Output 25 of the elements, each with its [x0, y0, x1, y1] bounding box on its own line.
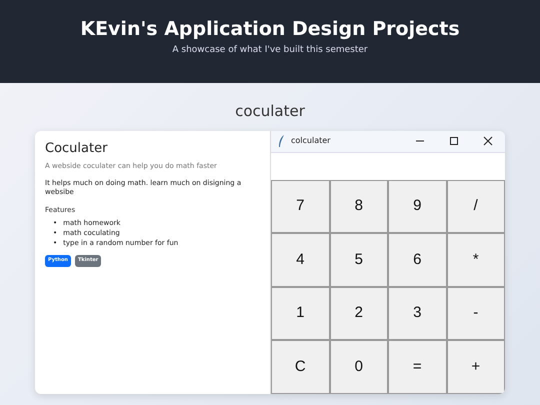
key-button[interactable]: 4: [271, 233, 330, 286]
key-button[interactable]: 0: [330, 340, 388, 394]
close-icon: [483, 136, 493, 146]
key-button[interactable]: C: [271, 340, 330, 394]
key-button[interactable]: 3: [388, 286, 446, 340]
key-button[interactable]: -: [446, 286, 505, 340]
section-title: coculater: [235, 101, 305, 122]
key-button[interactable]: 2: [330, 286, 388, 340]
display-field[interactable]: [271, 152, 505, 180]
page-title: KEvin's Application Design Projects: [79, 18, 461, 41]
key-button[interactable]: *: [446, 233, 505, 286]
window-title: colculater: [291, 135, 332, 147]
key-button[interactable]: /: [446, 180, 505, 233]
key-button[interactable]: 8: [330, 180, 388, 233]
key-button[interactable]: 9: [388, 180, 446, 233]
key-button[interactable]: 1: [271, 286, 330, 340]
project-title: Coculater: [45, 140, 108, 156]
key-button[interactable]: 6: [388, 233, 446, 286]
key-button[interactable]: =: [388, 340, 446, 394]
feather-icon: [278, 135, 285, 147]
page-subtitle: A showcase of what I've built this semester: [171, 44, 369, 57]
key-button[interactable]: 7: [271, 180, 330, 233]
maximize-icon: [449, 136, 459, 146]
key-button[interactable]: +: [446, 340, 505, 394]
key-button[interactable]: 5: [330, 233, 388, 286]
